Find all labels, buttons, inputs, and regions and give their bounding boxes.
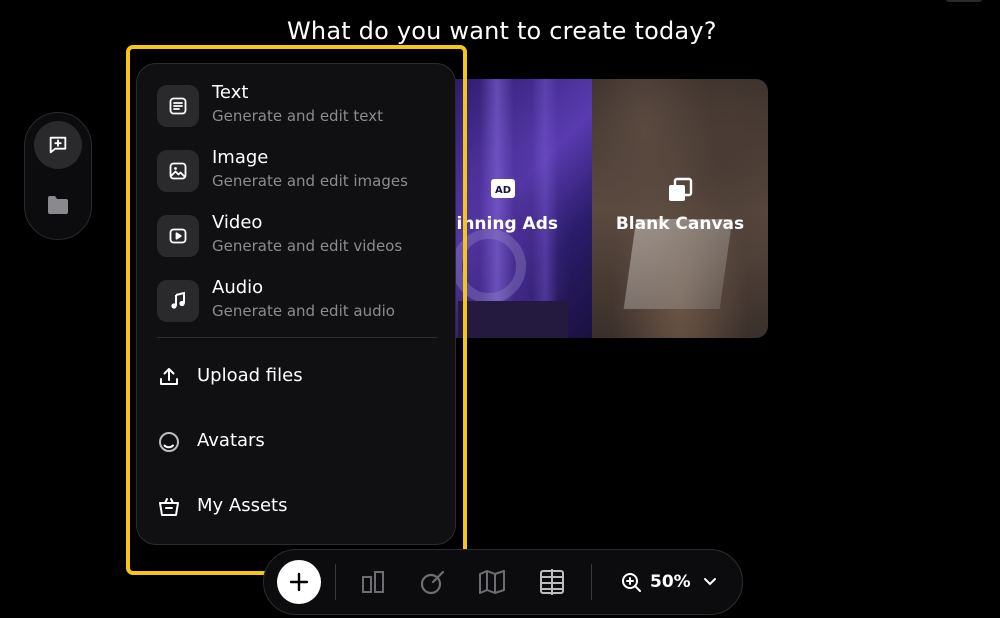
menu-item-title: Video bbox=[212, 212, 263, 233]
avatar-ring-icon bbox=[159, 432, 179, 452]
draw-button[interactable] bbox=[418, 567, 448, 597]
menu-item-title: Text bbox=[212, 82, 249, 103]
top-right-chip[interactable] bbox=[944, 0, 984, 2]
zoom-dropdown[interactable] bbox=[702, 571, 718, 597]
menu-item-audio[interactable]: Audio Generate and edit audio bbox=[157, 275, 439, 327]
menu-item-subtitle: Generate and edit audio bbox=[212, 302, 395, 320]
menu-item-subtitle: Generate and edit videos bbox=[212, 237, 403, 255]
menu-item-title: Audio bbox=[212, 277, 264, 298]
ad-icon: AD bbox=[489, 176, 517, 204]
chat-plus-icon bbox=[49, 136, 67, 154]
action-label: My Assets bbox=[197, 495, 288, 516]
video-play-icon bbox=[157, 215, 199, 257]
action-label: Upload files bbox=[197, 365, 303, 386]
plus-icon bbox=[289, 572, 309, 592]
winning-ads-card[interactable]: AD Winning Ads bbox=[440, 79, 592, 338]
zoom-value: 50% bbox=[650, 572, 691, 592]
menu-item-subtitle: Generate and edit text bbox=[212, 107, 383, 125]
menu-divider bbox=[157, 337, 437, 338]
copy-squares-icon bbox=[666, 176, 694, 208]
film-columns-icon bbox=[540, 569, 564, 595]
create-menu: Text Generate and edit text Image Genera… bbox=[136, 63, 456, 545]
zoom-control[interactable]: 50% bbox=[620, 568, 691, 596]
bottom-toolbar: 50% bbox=[263, 549, 743, 615]
toolbar-separator bbox=[591, 564, 592, 600]
basket-icon bbox=[159, 498, 179, 516]
music-note-icon bbox=[157, 280, 199, 322]
menu-item-image[interactable]: Image Generate and edit images bbox=[157, 145, 439, 197]
menu-item-video[interactable]: Video Generate and edit videos bbox=[157, 210, 439, 262]
toolbar-separator bbox=[335, 564, 336, 600]
menu-item-title: Image bbox=[212, 147, 269, 168]
text-lines-icon bbox=[157, 85, 199, 127]
new-chat-button[interactable] bbox=[34, 121, 82, 169]
layout-button[interactable] bbox=[358, 567, 388, 597]
layout-bars-icon bbox=[362, 571, 384, 593]
app-canvas: What do you want to create today? AD Win… bbox=[0, 0, 1000, 618]
svg-text:AD: AD bbox=[495, 185, 511, 196]
page-heading: What do you want to create today? bbox=[287, 17, 717, 45]
chevron-down-icon bbox=[704, 578, 716, 586]
menu-item-subtitle: Generate and edit images bbox=[212, 172, 408, 190]
folder-button[interactable] bbox=[34, 181, 82, 229]
blank-canvas-card[interactable]: Blank Canvas bbox=[592, 79, 768, 338]
add-button[interactable] bbox=[277, 560, 321, 604]
template-cards: AD Winning Ads Blank Canvas bbox=[440, 79, 768, 338]
compare-button[interactable] bbox=[537, 567, 567, 597]
map-icon bbox=[479, 570, 505, 594]
menu-item-text[interactable]: Text Generate and edit text bbox=[157, 80, 439, 132]
zoom-in-icon bbox=[622, 573, 641, 592]
pen-circle-icon bbox=[420, 570, 445, 595]
action-label: Avatars bbox=[197, 430, 265, 451]
left-rail bbox=[24, 112, 92, 240]
upload-icon bbox=[160, 368, 178, 385]
map-button[interactable] bbox=[477, 567, 507, 597]
folder-icon bbox=[48, 196, 68, 214]
blank-canvas-label: Blank Canvas bbox=[615, 214, 745, 234]
image-icon bbox=[157, 150, 199, 192]
winning-ads-label: Winning Ads bbox=[440, 214, 558, 234]
